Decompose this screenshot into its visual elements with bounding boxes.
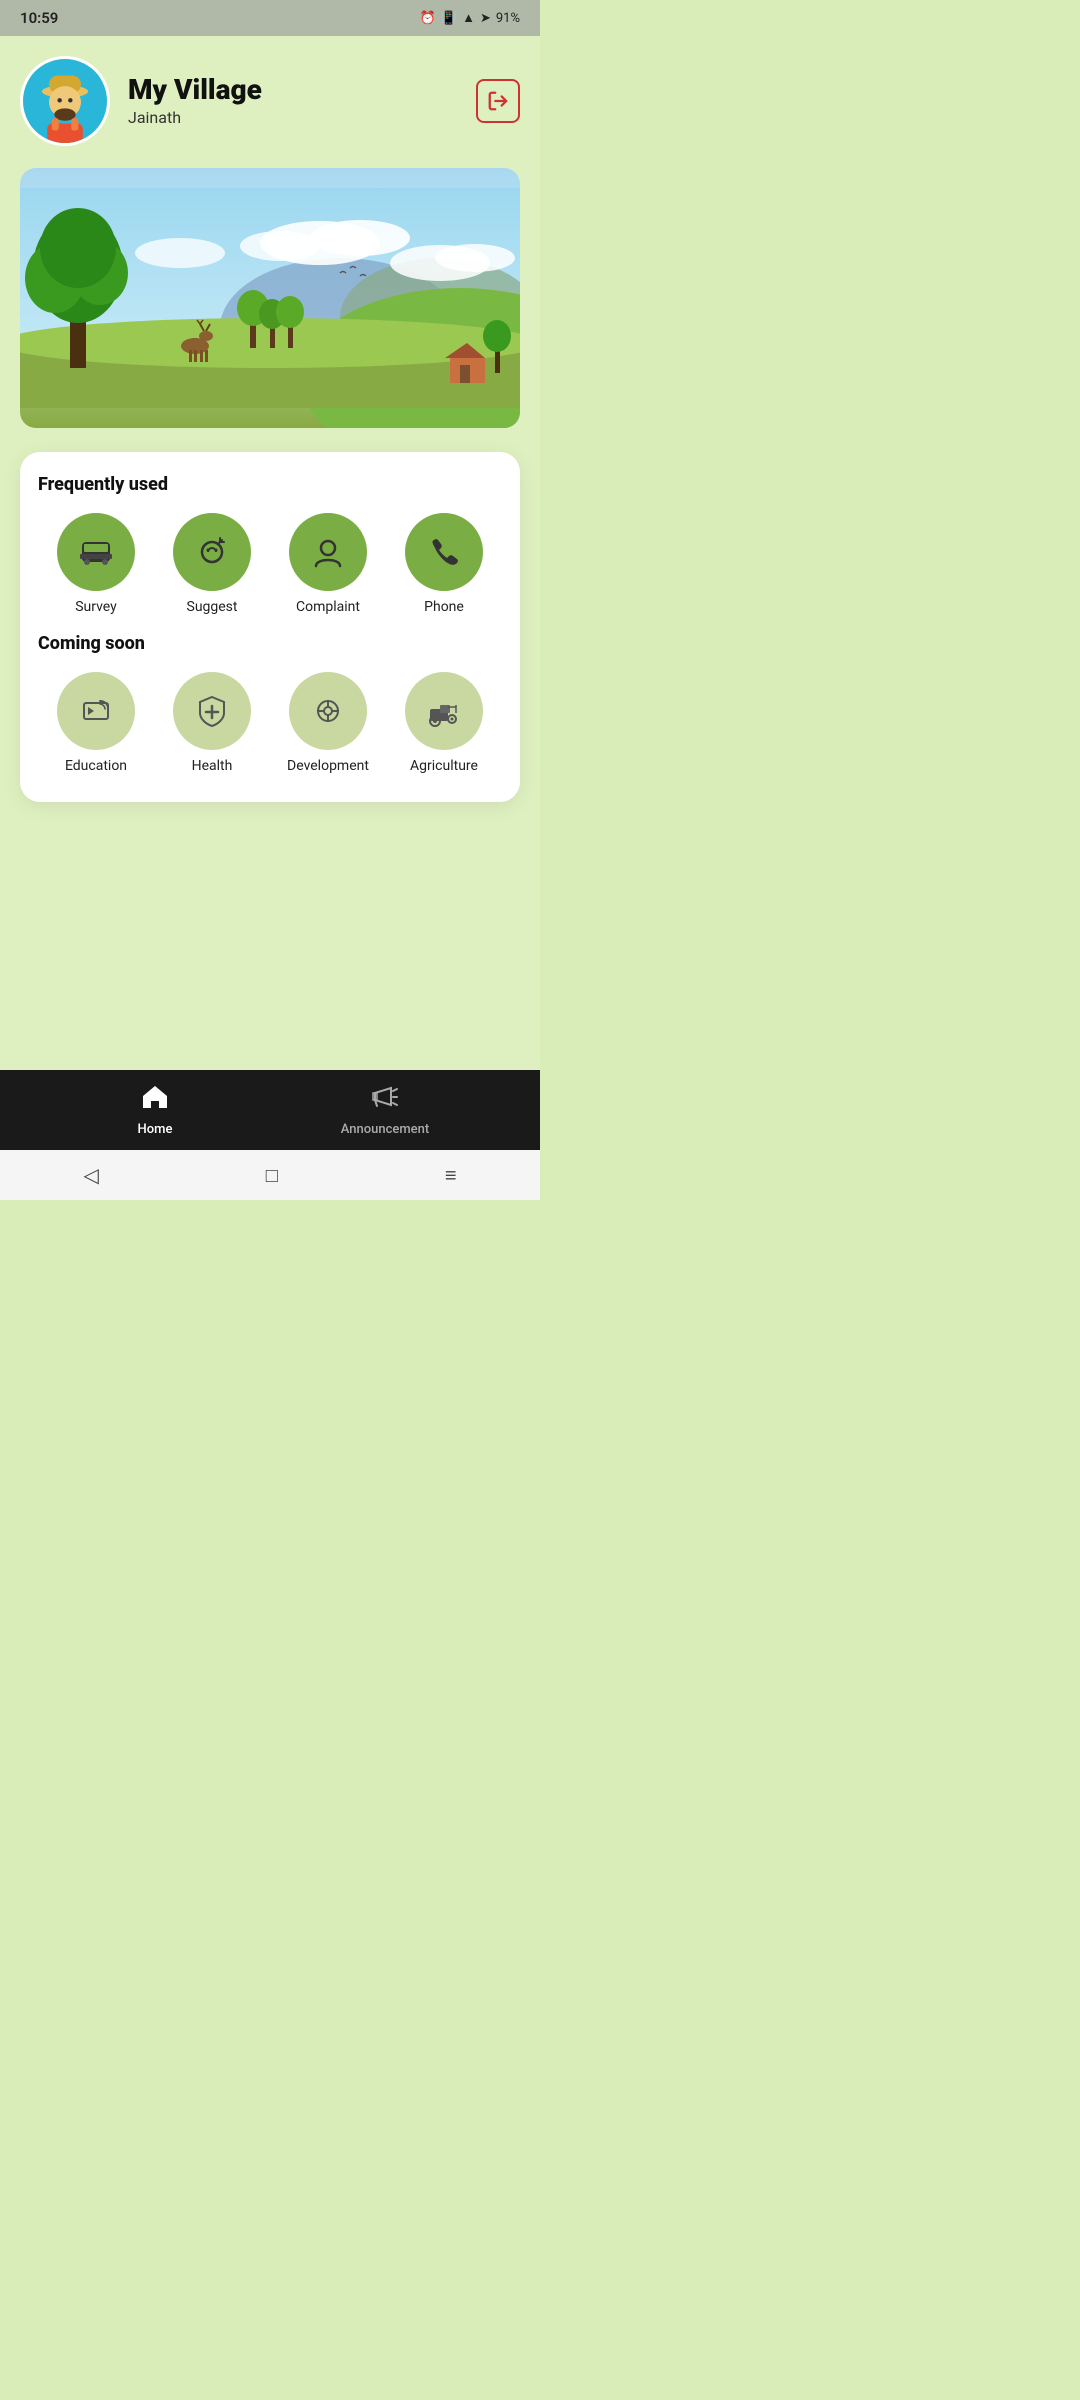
survey-icon-circle bbox=[57, 513, 135, 591]
education-item[interactable]: Education bbox=[51, 672, 141, 774]
battery-status: 91% bbox=[496, 11, 520, 26]
frequently-used-grid: Survey Suggest bbox=[38, 513, 502, 615]
health-item[interactable]: Health bbox=[167, 672, 257, 774]
system-nav: ◁ □ ≡ bbox=[0, 1150, 540, 1200]
development-icon-circle bbox=[289, 672, 367, 750]
avatar bbox=[20, 56, 110, 146]
complaint-label: Complaint bbox=[296, 599, 360, 615]
suggest-icon-circle bbox=[173, 513, 251, 591]
alarm-icon: ⏰ bbox=[420, 11, 436, 26]
header-text: My Village Jainath bbox=[128, 75, 476, 127]
announcement-nav-item[interactable]: Announcement bbox=[325, 1083, 445, 1137]
complaint-icon-circle bbox=[289, 513, 367, 591]
survey-label: Survey bbox=[75, 599, 117, 615]
recents-button[interactable]: ≡ bbox=[425, 1153, 477, 1198]
survey-item[interactable]: Survey bbox=[51, 513, 141, 615]
agriculture-label: Agriculture bbox=[410, 758, 478, 774]
village-name: Jainath bbox=[128, 108, 476, 127]
status-bar: 10:59 ⏰ 📳 ▲ ➤ 91% bbox=[0, 0, 540, 36]
phone-label: Phone bbox=[424, 599, 464, 615]
frequently-used-section: Frequently used bbox=[38, 474, 502, 615]
suggest-label: Suggest bbox=[187, 599, 238, 615]
agriculture-item[interactable]: Agriculture bbox=[399, 672, 489, 774]
home-icon bbox=[141, 1083, 169, 1118]
home-nav-item[interactable]: Home bbox=[95, 1083, 215, 1137]
development-item[interactable]: Development bbox=[283, 672, 373, 774]
agriculture-icon-circle bbox=[405, 672, 483, 750]
frequently-used-title: Frequently used bbox=[38, 474, 502, 495]
health-label: Health bbox=[192, 758, 233, 774]
back-button[interactable]: ◁ bbox=[63, 1153, 118, 1197]
home-nav-label: Home bbox=[138, 1122, 173, 1137]
wifi-icon: ▲ bbox=[462, 10, 475, 26]
education-icon-circle bbox=[57, 672, 135, 750]
phone-icon-circle bbox=[405, 513, 483, 591]
status-icons: ⏰ 📳 ▲ ➤ 91% bbox=[420, 10, 520, 26]
complaint-item[interactable]: Complaint bbox=[283, 513, 373, 615]
coming-soon-title: Coming soon bbox=[38, 633, 502, 654]
announcement-nav-label: Announcement bbox=[341, 1122, 429, 1137]
suggest-item[interactable]: Suggest bbox=[167, 513, 257, 615]
home-button[interactable]: □ bbox=[246, 1153, 298, 1198]
status-time: 10:59 bbox=[20, 9, 58, 27]
health-icon-circle bbox=[173, 672, 251, 750]
vibrate-icon: 📳 bbox=[441, 11, 457, 26]
coming-soon-grid: Education Health bbox=[38, 672, 502, 774]
features-card: Frequently used bbox=[20, 452, 520, 802]
app-title: My Village bbox=[128, 75, 476, 106]
logout-button[interactable] bbox=[476, 79, 520, 123]
airplane-icon: ➤ bbox=[480, 11, 491, 26]
app-header: My Village Jainath bbox=[20, 56, 520, 146]
announcement-icon bbox=[371, 1083, 399, 1118]
education-label: Education bbox=[65, 758, 127, 774]
main-content: My Village Jainath bbox=[0, 36, 540, 1070]
bottom-nav: Home Announcement bbox=[0, 1070, 540, 1150]
coming-soon-section: Coming soon Education bbox=[38, 633, 502, 774]
development-label: Development bbox=[287, 758, 369, 774]
phone-item[interactable]: Phone bbox=[399, 513, 489, 615]
village-banner bbox=[20, 168, 520, 428]
